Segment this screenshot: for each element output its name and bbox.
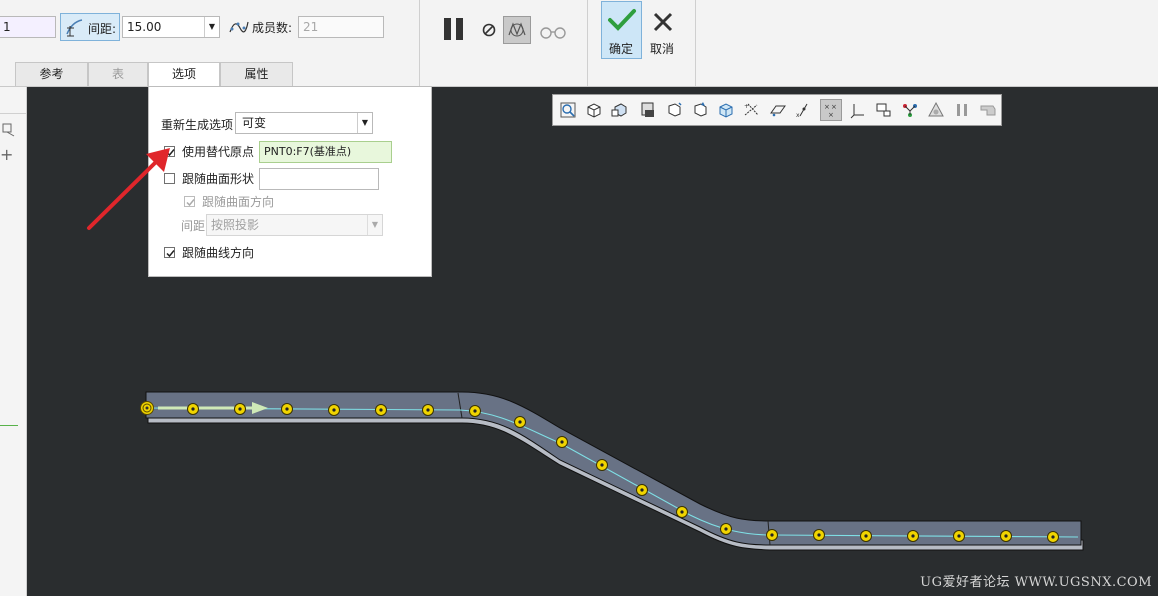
svg-text:×: × [831,103,837,111]
spacing-icon [66,19,83,37]
spacing-value: 15.00 [127,20,162,34]
members-label: 成员数: [252,21,293,35]
svg-text:+: + [744,103,749,110]
model-tree-strip[interactable]: + [0,87,27,596]
regen-options-label: 重新生成选项 [161,118,234,132]
close-icon [653,12,673,32]
svg-text:×: × [828,111,834,119]
ok-label: 确定 [609,42,634,56]
regen-options-select[interactable]: 可变 ▼ [235,112,373,134]
check-icon [166,250,175,258]
follow-curve-dir-checkbox[interactable] [164,247,175,258]
tree-item-icon[interactable] [2,123,16,137]
use-alt-origin-label: 使用替代原点 [182,145,255,159]
spin-center-icon[interactable] [691,101,709,119]
model-tree-header [0,87,26,114]
display-style-icon[interactable] [639,101,657,119]
spacing-label: 间距: [88,22,117,36]
tab-options[interactable]: 选项 [148,62,220,88]
ribbon-separator [587,0,588,86]
saved-views-icon[interactable] [611,101,629,119]
tab-properties[interactable]: 属性 [220,62,293,86]
ribbon-separator [695,0,696,86]
annotation-icon[interactable] [875,101,893,119]
annotation-arrow [87,148,170,230]
spacing-option-select[interactable]: 按照投影 ▼ [206,214,383,236]
datum-planes-icon[interactable] [769,101,787,119]
svg-text:x: x [796,112,800,119]
glasses-icon[interactable] [539,24,567,40]
spacing-option-value: 按照投影 [211,218,260,232]
stop-icon[interactable] [481,22,497,38]
ok-button[interactable]: 确定 [601,1,642,59]
checkmark-icon [608,9,636,31]
graphics-toolbar: + x × × × [552,94,1002,126]
spin-icon[interactable] [901,101,919,119]
wireframe-icon[interactable] [717,101,735,119]
chevron-down-icon[interactable]: ▼ [367,215,382,235]
shading-icon[interactable] [665,101,683,119]
tree-indicator [0,425,18,426]
members-icon [229,21,249,33]
ribbon: 1 间距: 15.00 ▼ 成员数: 21 确定 取消 参考 表 选项 属性 [0,0,1158,88]
zoom-fit-icon[interactable] [559,101,577,119]
chevron-down-icon[interactable]: ▼ [204,17,219,37]
spacing-option-label: 间距 [181,219,206,233]
toolbar-pause-icon[interactable] [953,101,971,119]
preview-icon [508,22,526,37]
ribbon-separator [419,0,420,86]
check-icon [186,199,195,207]
tab-table[interactable]: 表 [88,62,148,86]
follow-surface-dir-label: 跟随曲面方向 [202,195,275,209]
cancel-label: 取消 [650,42,675,56]
watermark: UG爱好者论坛 WWW.UGSNX.COM [920,575,1152,590]
members-field[interactable]: 21 [298,16,384,38]
alt-origin-point[interactable] [140,401,154,415]
preview-button[interactable] [503,16,531,44]
tab-references[interactable]: 参考 [15,62,88,86]
cancel-button[interactable]: 取消 [645,1,681,59]
options-panel: 重新生成选项 可变 ▼ 使用替代原点 PNT0:F7(基准点) 跟随曲面形状 跟… [148,86,432,277]
add-icon[interactable]: + [0,147,13,163]
datum-axes-icon[interactable]: + [743,101,761,119]
pause-icon[interactable] [441,16,467,42]
regen-options-value: 可变 [242,116,267,130]
reference-curve [147,407,1079,538]
render-icon[interactable] [927,101,945,119]
view-cube-icon[interactable] [585,101,603,119]
point-display-icon: × ×× [824,103,837,119]
point-display-button[interactable]: × × × [820,99,842,121]
repaint-icon[interactable] [979,101,997,119]
datum-points-icon[interactable]: x [795,101,813,119]
follow-surface-shape-label: 跟随曲面形状 [182,172,255,186]
spacing-value-field[interactable]: 15.00 ▼ [122,16,220,38]
alt-origin-collector[interactable]: PNT0:F7(基准点) [259,141,392,163]
chevron-down-icon[interactable]: ▼ [357,113,372,133]
coord-sys-icon[interactable] [849,101,867,119]
surface-collector[interactable] [259,168,379,190]
count-field[interactable]: 1 [0,16,56,38]
follow-curve-dir-label: 跟随曲线方向 [182,246,255,260]
svg-text:×: × [824,103,830,111]
follow-surface-dir-checkbox[interactable] [184,196,195,207]
spacing-button[interactable]: 间距: [60,13,120,41]
